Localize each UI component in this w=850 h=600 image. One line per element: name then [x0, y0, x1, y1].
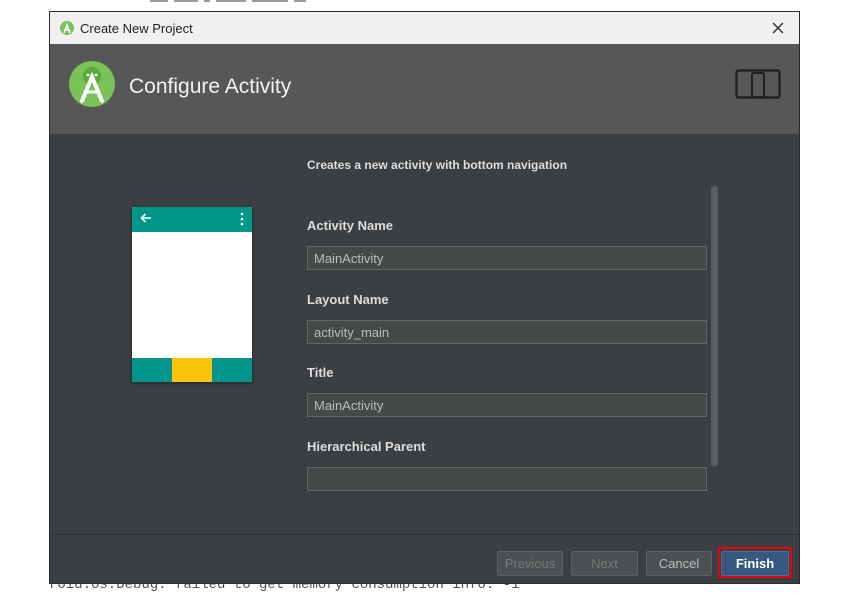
title-field[interactable]	[307, 393, 707, 417]
close-icon[interactable]	[767, 17, 789, 39]
title-label: Title	[307, 365, 334, 380]
footer-divider	[50, 534, 799, 535]
wizard-header: Configure Activity	[50, 44, 799, 134]
background-window-text: ▀▀▀ ▀▀▀▀ ▀ ▀▀▀▀▀ ▀▀▀▀▀▀ ▀▀	[150, 0, 307, 9]
activity-name-field[interactable]	[307, 246, 707, 270]
form-scrollbar[interactable]	[711, 186, 718, 466]
phone-tablet-icon	[735, 69, 781, 99]
hierarchical-parent-label: Hierarchical Parent	[307, 439, 426, 454]
layout-name-field[interactable]	[307, 320, 707, 344]
window-title: Create New Project	[80, 21, 193, 36]
title-bar[interactable]: Create New Project	[50, 12, 799, 45]
preview-selected-tab	[172, 358, 212, 382]
layout-name-label: Layout Name	[307, 292, 389, 307]
preview-app-bar	[132, 207, 252, 232]
activity-preview	[132, 207, 252, 382]
wizard-content: Creates a new activity with bottom navig…	[50, 134, 799, 536]
finish-button[interactable]: Finish	[721, 551, 789, 576]
previous-button[interactable]: Previous	[497, 551, 563, 576]
activity-description: Creates a new activity with bottom navig…	[307, 158, 568, 172]
create-project-dialog: Create New Project Configure Activity Cr…	[49, 11, 800, 584]
android-studio-logo	[69, 61, 115, 107]
preview-bottom-navigation	[132, 358, 252, 382]
overflow-menu-icon	[240, 212, 244, 226]
back-arrow-icon	[140, 213, 151, 223]
hierarchical-parent-field[interactable]	[307, 467, 707, 491]
page-title: Configure Activity	[129, 75, 292, 98]
android-studio-icon	[60, 21, 74, 35]
activity-name-label: Activity Name	[307, 218, 393, 233]
next-button[interactable]: Next	[571, 551, 638, 576]
cancel-button[interactable]: Cancel	[646, 551, 712, 576]
